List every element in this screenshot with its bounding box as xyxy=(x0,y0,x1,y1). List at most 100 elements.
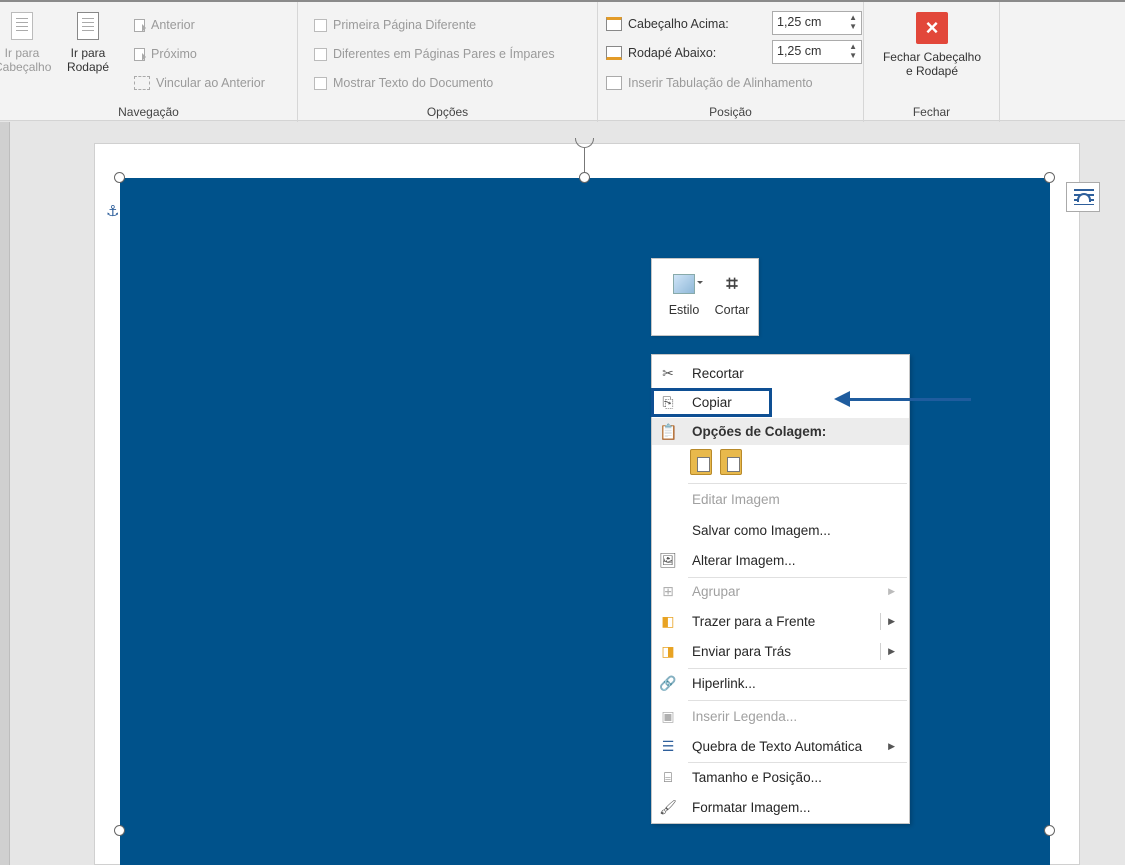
group-icon: ⊞ xyxy=(662,583,674,599)
options-group-label: Opções xyxy=(426,105,469,119)
menu-item-hyperlink-label: Hiperlink... xyxy=(692,676,756,691)
resize-handle-right-middle[interactable] xyxy=(1044,825,1055,836)
resize-handle-top-left[interactable] xyxy=(114,172,125,183)
paste-as-picture-icon[interactable] xyxy=(720,449,742,475)
close-header-footer-button[interactable]: × Fechar Cabeçalho e Rodapé xyxy=(868,12,996,78)
menu-separator xyxy=(688,668,907,669)
split-separator xyxy=(880,613,881,630)
insert-alignment-tab-label: Inserir Tabulação de Alinhamento xyxy=(628,76,813,90)
menu-item-format-image-label: Formatar Imagem... xyxy=(692,800,811,815)
options-group: Primeira Página Diferente Diferentes em … xyxy=(298,2,598,123)
paste-options-label: Opções de Colagem: xyxy=(692,424,827,439)
menu-item-wrap-text[interactable]: ☰ Quebra de Texto Automática ▶ xyxy=(652,733,909,760)
selected-image[interactable] xyxy=(120,178,1050,865)
show-document-text-checkbox[interactable]: Mostrar Texto do Documento xyxy=(314,73,493,93)
resize-handle-top-right[interactable] xyxy=(1044,172,1055,183)
menu-item-edit-image-label: Editar Imagem xyxy=(692,492,780,507)
resize-handle-top-center[interactable] xyxy=(579,172,590,183)
close-header-footer-label-1: Fechar Cabeçalho xyxy=(882,50,982,64)
style-label: Estilo xyxy=(668,303,700,317)
footer-from-bottom-value: 1,25 cm xyxy=(777,44,822,58)
header-from-top-value: 1,25 cm xyxy=(777,15,822,29)
resize-handle-left-middle[interactable] xyxy=(114,825,125,836)
paste-options-icons xyxy=(690,449,742,475)
menu-item-send-to-back-label: Enviar para Trás xyxy=(692,644,792,659)
menu-item-save-as-image-label: Salvar como Imagem... xyxy=(692,523,831,538)
submenu-arrow-icon: ▶ xyxy=(888,741,895,751)
submenu-arrow-icon[interactable]: ▶ xyxy=(888,616,895,627)
submenu-arrow-icon[interactable]: ▶ xyxy=(888,646,895,657)
wrap-icon xyxy=(1077,193,1091,202)
crop-label: Cortar xyxy=(714,303,750,317)
header-from-top-input[interactable]: 1,25 cm ▲ ▼ xyxy=(772,11,862,35)
spin-arrows-icon[interactable]: ▲ ▼ xyxy=(849,42,857,60)
header-position-icon xyxy=(606,17,622,31)
submenu-arrow-icon: ▶ xyxy=(888,586,895,596)
caption-icon: ▣ xyxy=(661,708,675,724)
split-separator xyxy=(880,643,881,660)
copy-highlight-box xyxy=(651,388,772,417)
next-button[interactable]: Próximo xyxy=(134,44,197,64)
menu-item-bring-to-front[interactable]: ◧ Trazer para a Frente ▶ xyxy=(652,608,909,635)
link-previous-button[interactable]: Vincular ao Anterior xyxy=(134,73,265,93)
menu-item-size-position[interactable]: ⌸ Tamanho e Posição... xyxy=(652,764,909,791)
menu-item-send-to-back[interactable]: ◨ Enviar para Trás ▶ xyxy=(652,638,909,665)
different-odd-even-checkbox[interactable]: Diferentes em Páginas Pares e Ímpares xyxy=(314,44,555,64)
style-button[interactable]: Estilo xyxy=(660,271,708,317)
format-image-icon: 🖌 xyxy=(659,799,677,815)
context-menu: ✂ Recortar ⎘ Copiar 📋 Opções de Colagem:… xyxy=(651,354,910,824)
footer-from-bottom-row: Rodapé Abaixo: xyxy=(606,43,716,63)
footer-position-icon xyxy=(606,46,622,60)
scissors-icon: ✂ xyxy=(662,365,674,381)
goto-footer-button[interactable]: Ir para Rodapé xyxy=(62,12,114,74)
menu-item-cut-label: Recortar xyxy=(692,366,744,381)
previous-button[interactable]: Anterior xyxy=(134,15,195,35)
menu-separator xyxy=(688,762,907,763)
menu-item-format-image[interactable]: 🖌 Formatar Imagem... xyxy=(652,794,909,821)
goto-header-button[interactable]: Ir para Cabeçalho xyxy=(0,12,51,74)
menu-item-edit-image[interactable]: Editar Imagem xyxy=(652,486,909,513)
close-group-label: Fechar xyxy=(912,105,951,119)
crop-icon: ⌗ xyxy=(726,273,738,295)
show-document-text-label: Mostrar Texto do Documento xyxy=(333,76,494,90)
checkbox-icon xyxy=(314,76,327,90)
spin-arrows-icon[interactable]: ▲ ▼ xyxy=(849,13,857,31)
clipboard-icon: 📋 xyxy=(659,423,678,441)
different-first-page-label: Primeira Página Diferente xyxy=(333,18,477,32)
menu-item-size-position-label: Tamanho e Posição... xyxy=(692,770,822,785)
left-ruler-strip xyxy=(0,122,10,865)
menu-item-save-as-image[interactable]: Salvar como Imagem... xyxy=(652,517,909,544)
menu-item-wrap-text-label: Quebra de Texto Automática xyxy=(692,739,863,754)
footer-from-bottom-input[interactable]: 1,25 cm ▲ ▼ xyxy=(772,40,862,64)
different-odd-even-label: Diferentes em Páginas Pares e Ímpares xyxy=(333,47,555,61)
different-first-page-checkbox[interactable]: Primeira Página Diferente xyxy=(314,15,476,35)
close-header-footer-label-2: e Rodapé xyxy=(905,64,959,78)
goto-footer-label-1: Ir para xyxy=(70,46,106,60)
menu-item-hyperlink[interactable]: 🔗 Hiperlink... xyxy=(652,670,909,697)
checkbox-icon xyxy=(314,18,327,32)
insert-alignment-tab-button[interactable]: Inserir Tabulação de Alinhamento xyxy=(606,73,813,93)
link-previous-label: Vincular ao Anterior xyxy=(156,76,265,90)
menu-separator xyxy=(688,700,907,701)
close-group: × Fechar Cabeçalho e Rodapé Fechar xyxy=(864,2,1000,123)
menu-item-bring-to-front-label: Trazer para a Frente xyxy=(692,614,816,629)
menu-item-change-image[interactable]: 🖼 Alterar Imagem... xyxy=(652,547,909,574)
layout-options-button[interactable] xyxy=(1066,182,1100,212)
paste-keep-formatting-icon[interactable] xyxy=(690,449,712,475)
menu-item-insert-caption[interactable]: ▣ Inserir Legenda... xyxy=(652,703,909,730)
position-group: Cabeçalho Acima: 1,25 cm ▲ ▼ Rodapé Abaix… xyxy=(598,2,864,123)
hyperlink-icon: 🔗 xyxy=(659,675,677,691)
header-from-top-row: Cabeçalho Acima: xyxy=(606,14,729,34)
menu-item-cut[interactable]: ✂ Recortar xyxy=(652,360,909,387)
menu-item-group[interactable]: ⊞ Agrupar ▶ xyxy=(652,578,909,605)
link-icon xyxy=(134,76,150,90)
position-group-label: Posição xyxy=(709,105,752,119)
goto-footer-label-2: Rodapé xyxy=(66,60,110,74)
anchor-icon: ⚓ xyxy=(106,203,120,220)
crop-button[interactable]: ⌗ Cortar xyxy=(708,271,756,317)
menu-item-insert-caption-label: Inserir Legenda... xyxy=(692,709,798,724)
document-icon xyxy=(77,12,99,40)
annotation-arrow-head-icon xyxy=(834,391,850,407)
wrap-text-icon: ☰ xyxy=(661,738,675,754)
bring-to-front-icon: ◧ xyxy=(661,613,675,629)
